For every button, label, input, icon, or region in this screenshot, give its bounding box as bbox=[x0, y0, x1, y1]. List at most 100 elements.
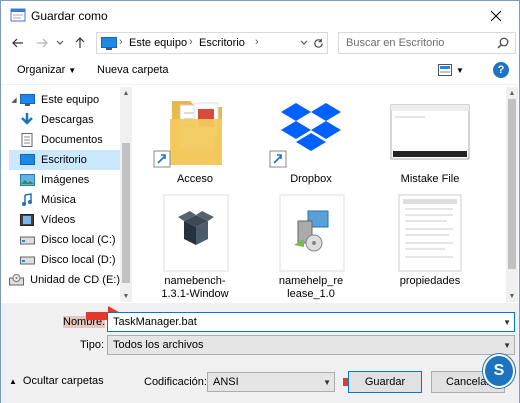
file-item-acceso[interactable]: Acceso bbox=[150, 89, 240, 199]
encoding-value: ANSI bbox=[213, 376, 239, 388]
scrollbar-thumb[interactable] bbox=[508, 99, 516, 269]
file-list-scrollbar[interactable]: ▲ ▼ bbox=[506, 87, 518, 302]
nav-item-disco-c[interactable]: Disco local (C:) bbox=[9, 230, 120, 250]
nav-item-label: Escritorio bbox=[41, 154, 87, 166]
pictures-icon bbox=[19, 173, 35, 187]
drive-icon bbox=[19, 253, 35, 267]
folder-shortcut-icon bbox=[150, 89, 240, 171]
download-arrow-icon bbox=[19, 113, 35, 127]
scroll-up-arrow-icon[interactable]: ▲ bbox=[506, 87, 518, 99]
forward-arrow-icon bbox=[37, 38, 48, 48]
organize-label: Organizar bbox=[17, 64, 66, 76]
dropbox-icon bbox=[266, 89, 356, 171]
change-view-button[interactable]: ▼ bbox=[438, 62, 468, 78]
breadcrumb-escritorio[interactable]: Escritorio bbox=[199, 37, 245, 49]
scroll-down-arrow-icon[interactable]: ▼ bbox=[506, 290, 518, 302]
caret-down-icon: ▼ bbox=[68, 66, 77, 75]
save-button[interactable]: Guardar bbox=[348, 371, 422, 393]
file-label-text: namehelp_release_1.0 bbox=[278, 275, 344, 300]
nav-item-label: Descargas bbox=[41, 114, 94, 126]
view-icon bbox=[438, 64, 452, 76]
address-bar[interactable]: › Este equipo › Escritorio › bbox=[96, 32, 328, 54]
forward-button[interactable] bbox=[33, 34, 51, 52]
back-button[interactable] bbox=[9, 34, 27, 52]
up-arrow-icon bbox=[75, 37, 85, 48]
chevron-down-icon: ▼ bbox=[323, 378, 331, 387]
scroll-down-arrow-icon[interactable]: ▼ bbox=[120, 290, 132, 302]
search-icon bbox=[497, 37, 509, 52]
expanded-arrow-icon[interactable]: ◢ bbox=[9, 96, 19, 104]
hide-folders-label: Ocultar carpetas bbox=[22, 375, 104, 387]
back-arrow-icon bbox=[12, 38, 23, 48]
file-item-mistake-file[interactable]: Mistake File bbox=[385, 89, 475, 199]
nav-item-label: Imágenes bbox=[41, 174, 90, 186]
file-item-namehelp[interactable]: namehelp_release_1.0 bbox=[266, 191, 356, 301]
nav-item-label: Disco local (C:) bbox=[41, 234, 116, 246]
file-label: Dropbox bbox=[290, 173, 332, 185]
navigation-pane-scrollbar[interactable]: ▲ ▼ bbox=[120, 87, 132, 302]
installer-icon bbox=[266, 191, 356, 273]
recent-locations-button[interactable] bbox=[51, 34, 69, 52]
file-label: namebench-1.3.1-Windows bbox=[150, 275, 240, 302]
window-title: Guardar como bbox=[31, 9, 108, 23]
nav-item-disco-d[interactable]: Disco local (D:) bbox=[9, 250, 120, 270]
nav-item-este-equipo[interactable]: ◢ Este equipo bbox=[9, 90, 120, 110]
filename-input[interactable]: TaskManager.bat ▼ bbox=[107, 312, 515, 332]
title-bar: Guardar como bbox=[1, 1, 519, 30]
caret-up-icon: ▲ bbox=[9, 376, 17, 386]
nav-item-documentos[interactable]: Documentos bbox=[9, 130, 120, 150]
up-button[interactable] bbox=[71, 34, 89, 52]
nav-item-musica[interactable]: Música bbox=[9, 190, 120, 210]
search-placeholder: Buscar en Escritorio bbox=[346, 37, 445, 49]
music-icon bbox=[19, 193, 35, 207]
new-folder-button[interactable]: Nueva carpeta bbox=[97, 64, 169, 76]
document-thumbnail-icon bbox=[385, 191, 475, 273]
help-button[interactable]: ? bbox=[493, 62, 509, 78]
close-button[interactable] bbox=[473, 1, 519, 30]
file-item-dropbox[interactable]: Dropbox bbox=[266, 89, 356, 199]
nav-item-escritorio[interactable]: Escritorio bbox=[9, 150, 120, 170]
file-item-propiedades[interactable]: propiedades bbox=[385, 191, 475, 301]
filename-value: TaskManager.bat bbox=[113, 316, 197, 328]
caret-down-icon: ▼ bbox=[456, 65, 464, 75]
drive-icon bbox=[19, 233, 35, 247]
computer-icon bbox=[101, 37, 117, 53]
documents-icon bbox=[19, 133, 35, 147]
nav-item-label: Disco local (D:) bbox=[41, 254, 116, 266]
computer-icon bbox=[19, 93, 35, 107]
desktop-icon bbox=[19, 153, 35, 167]
breadcrumb-separator: › bbox=[119, 36, 123, 48]
scroll-up-arrow-icon[interactable]: ▲ bbox=[120, 87, 132, 99]
encoding-select[interactable]: ANSI ▼ bbox=[207, 372, 335, 392]
chevron-down-icon[interactable]: ▼ bbox=[503, 318, 511, 327]
refresh-button[interactable] bbox=[310, 35, 326, 51]
nav-item-label: Documentos bbox=[41, 134, 103, 146]
save-form: Nombre: TaskManager.bat ▼ Tipo: Todos lo… bbox=[1, 303, 519, 403]
toolbar: Organizar ▼ Nueva carpeta ▼ ? bbox=[1, 56, 519, 85]
refresh-icon bbox=[313, 38, 323, 48]
save-as-dialog: Guardar como › Este equipo › Escritorio … bbox=[0, 0, 520, 403]
file-label-text: namebench-1.3.1-Windows bbox=[161, 275, 229, 302]
nav-item-label: Este equipo bbox=[41, 94, 100, 106]
file-type-value: Todos los archivos bbox=[113, 339, 204, 351]
file-type-select[interactable]: Todos los archivos ▼ bbox=[107, 335, 515, 355]
type-label: Tipo: bbox=[80, 339, 105, 351]
videos-icon bbox=[19, 213, 35, 227]
file-label: Acceso bbox=[176, 173, 214, 185]
scrollbar-thumb[interactable] bbox=[122, 143, 130, 283]
organize-button[interactable]: Organizar ▼ bbox=[17, 64, 76, 76]
nav-item-videos[interactable]: Vídeos bbox=[9, 210, 120, 230]
address-dropdown-button[interactable] bbox=[297, 35, 311, 51]
search-box[interactable]: Buscar en Escritorio bbox=[338, 32, 516, 54]
chevron-down-icon: ▼ bbox=[503, 341, 511, 350]
encoding-label: Codificación: bbox=[144, 376, 207, 388]
chevron-down-icon bbox=[300, 40, 308, 45]
nav-item-descargas[interactable]: Descargas bbox=[9, 110, 120, 130]
hide-folders-button[interactable]: ▲ Ocultar carpetas bbox=[9, 375, 104, 387]
package-icon bbox=[150, 191, 240, 273]
site-logo-watermark: S bbox=[483, 354, 515, 388]
nav-item-imagenes[interactable]: Imágenes bbox=[9, 170, 120, 190]
nav-item-cd-e[interactable]: Unidad de CD (E:) bbox=[9, 270, 120, 290]
breadcrumb-este-equipo[interactable]: Este equipo bbox=[129, 37, 187, 49]
file-item-namebench[interactable]: namebench-1.3.1-Windows bbox=[150, 191, 240, 302]
